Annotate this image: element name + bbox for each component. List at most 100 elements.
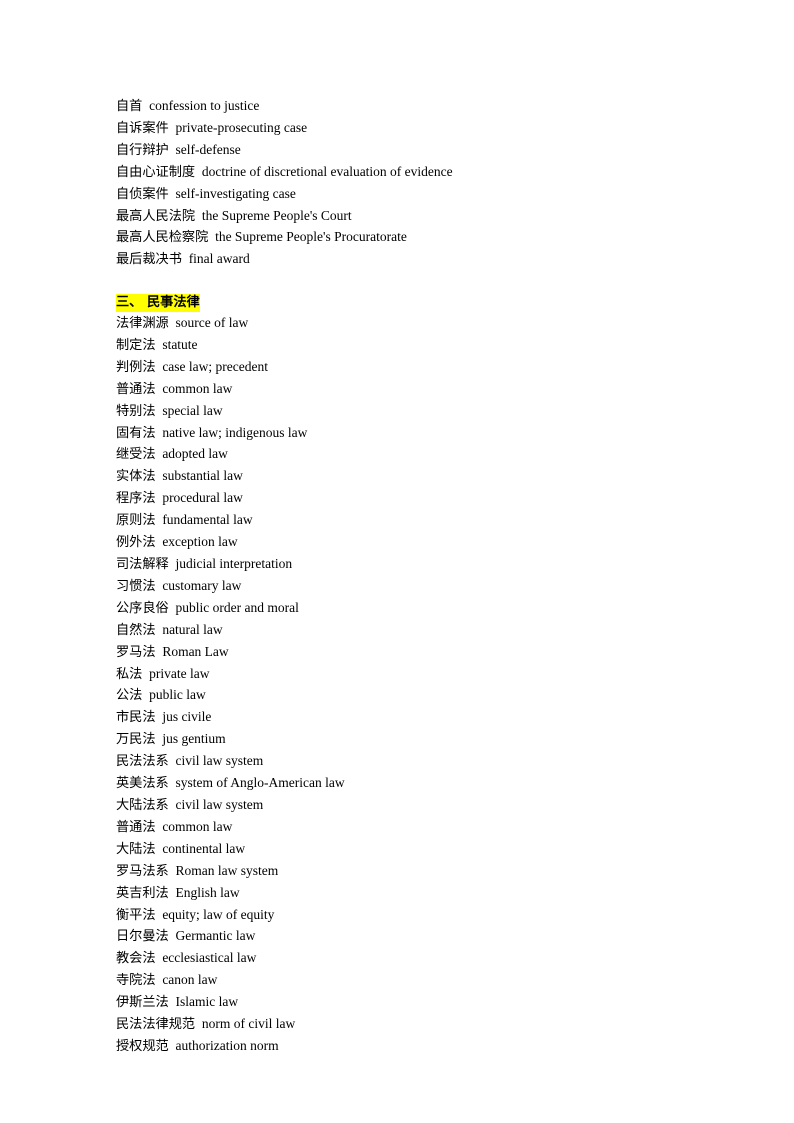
- glossary-entry: 制定法 statute: [116, 335, 736, 357]
- glossary-definition-english: confession to justice: [149, 98, 260, 113]
- glossary-definition-english: final award: [188, 251, 250, 267]
- glossary-term-chinese: 罗马法系: [116, 863, 169, 879]
- glossary-definition-english: private law: [149, 665, 210, 681]
- glossary-term-chinese: 英美法系: [116, 776, 169, 792]
- glossary-definition-english: norm of civil law: [201, 1016, 296, 1032]
- glossary-definition-english: equity; law of equity: [162, 906, 275, 922]
- glossary-definition-english: civil law system: [175, 796, 264, 812]
- glossary-entry: 民法法律规范 norm of civil law: [116, 1014, 736, 1036]
- glossary-definition-english: jus civile: [162, 709, 212, 725]
- glossary-term-chinese: 判例法: [116, 359, 156, 375]
- glossary-definition-english: Roman Law: [162, 643, 229, 659]
- glossary-definition-english: source of law: [175, 315, 249, 331]
- term-definition-separator: [169, 797, 176, 812]
- glossary-entry: 日尔曼法 Germantic law: [116, 926, 736, 948]
- glossary-term-chinese: 程序法: [116, 491, 156, 507]
- glossary-entry: 自首 confession to justice: [116, 96, 736, 118]
- glossary-entry: 民法法系 civil law system: [116, 751, 736, 773]
- glossary-entry: 最后裁决书 final award: [116, 249, 736, 271]
- term-definition-separator: [169, 186, 176, 201]
- glossary-entry: 判例法 case law; precedent: [116, 357, 736, 379]
- glossary-entry: 自由心证制度 doctrine of discretional evaluati…: [116, 162, 736, 184]
- glossary-term-chinese: 市民法: [116, 710, 156, 726]
- glossary-term-chinese: 自诉案件: [116, 120, 169, 136]
- glossary-definition-english: self-defense: [175, 141, 241, 157]
- glossary-entry: 寺院法 canon law: [116, 970, 736, 992]
- glossary-definition-english: judicial interpretation: [175, 556, 293, 571]
- glossary-term-chinese: 特别法: [116, 403, 156, 419]
- glossary-definition-english: common law: [162, 380, 233, 396]
- glossary-definition-english: the Supreme People's Court: [201, 207, 352, 223]
- glossary-term-chinese: 继受法: [116, 447, 156, 463]
- glossary-term-chinese: 法律渊源: [116, 316, 169, 332]
- section-heading-highlight: 三、 民事法律: [116, 294, 200, 313]
- glossary-definition-english: statute: [162, 336, 198, 352]
- document-body: 自首 confession to justice 自诉案件 private-pro…: [116, 96, 736, 1058]
- glossary-term-chinese: 教会法: [116, 951, 156, 967]
- glossary-definition-english: Germantic law: [175, 928, 256, 944]
- glossary-entry: 英美法系 system of Anglo-American law: [116, 773, 736, 795]
- glossary-definition-english: civil law system: [175, 753, 264, 769]
- glossary-term-chinese: 司法解释: [116, 557, 169, 572]
- glossary-definition-english: continental law: [162, 840, 246, 856]
- glossary-entry: 万民法 jus gentium: [116, 729, 736, 751]
- glossary-entry: 程序法 procedural law: [116, 488, 736, 510]
- glossary-term-chinese: 万民法: [116, 732, 156, 748]
- glossary-term-chinese: 自侦案件: [116, 186, 169, 202]
- term-definition-separator: [169, 120, 176, 135]
- glossary-entry: 英吉利法 English law: [116, 883, 736, 905]
- glossary-definition-english: private-prosecuting case: [175, 119, 308, 135]
- glossary-term-chinese: 自行辩护: [116, 142, 169, 158]
- term-definition-separator: [169, 1038, 176, 1053]
- glossary-definition-english: natural law: [162, 621, 223, 637]
- glossary-entry: 自侦案件 self-investigating case: [116, 184, 736, 206]
- glossary-entry: 最高人民检察院 the Supreme People's Procuratora…: [116, 227, 736, 249]
- glossary-entry: 市民法 jus civile: [116, 707, 736, 729]
- glossary-term-chinese: 授权规范: [116, 1038, 169, 1054]
- term-definition-separator: [182, 251, 189, 266]
- glossary-term-chinese: 民法法律规范: [116, 1017, 196, 1033]
- glossary-term-chinese: 英吉利法: [116, 885, 169, 901]
- term-definition-separator: [169, 315, 176, 330]
- glossary-definition-english: authorization norm: [175, 1037, 279, 1053]
- glossary-definition-english: self-investigating case: [175, 185, 296, 201]
- glossary-entry: 公法 public law: [116, 685, 736, 707]
- term-definition-separator: [169, 556, 176, 571]
- glossary-entry: 最高人民法院 the Supreme People's Court: [116, 206, 736, 228]
- glossary-entry: 司法解释 judicial interpretation: [116, 554, 736, 576]
- glossary-entry: 罗马法 Roman Law: [116, 642, 736, 664]
- term-definition-separator: [169, 753, 176, 768]
- glossary-entry: 大陆法系 civil law system: [116, 795, 736, 817]
- glossary-term-chinese: 制定法: [116, 337, 156, 353]
- glossary-term-chinese: 原则法: [116, 513, 156, 529]
- glossary-definition-english: English law: [175, 884, 240, 900]
- glossary-entry: 特别法 special law: [116, 401, 736, 423]
- glossary-term-chinese: 罗马法: [116, 644, 156, 660]
- glossary-entry: 公序良俗 public order and moral: [116, 598, 736, 620]
- glossary-definition-english: procedural law: [162, 490, 243, 506]
- glossary-term-chinese: 公序良俗: [116, 600, 169, 616]
- glossary-entry: 罗马法系 Roman law system: [116, 861, 736, 883]
- term-definition-separator: [169, 994, 176, 1009]
- glossary-entry: 继受法 adopted law: [116, 444, 736, 466]
- glossary-entry: 习惯法 customary law: [116, 576, 736, 598]
- term-definition-separator: [195, 208, 202, 223]
- glossary-definition-english: ecclesiastical law: [162, 950, 257, 966]
- glossary-term-chinese: 自首: [116, 99, 143, 114]
- glossary-definition-english: the Supreme People's Procuratorate: [215, 229, 407, 245]
- glossary-definition-english: case law; precedent: [162, 358, 268, 374]
- term-definition-separator: [195, 1016, 202, 1031]
- glossary-definition-english: Islamic law: [175, 994, 239, 1010]
- glossary-term-chinese: 大陆法系: [116, 797, 169, 813]
- glossary-definition-english: special law: [162, 402, 223, 418]
- term-definition-separator: [169, 775, 176, 790]
- term-definition-separator: [169, 863, 176, 878]
- glossary-definition-english: substantial law: [162, 468, 243, 484]
- glossary-entry: 大陆法 continental law: [116, 839, 736, 861]
- glossary-definition-english: Roman law system: [175, 862, 279, 878]
- glossary-entry: 普通法 common law: [116, 379, 736, 401]
- glossary-definition-english: native law; indigenous law: [162, 424, 308, 440]
- glossary-term-chinese: 例外法: [116, 535, 156, 551]
- glossary-entry: 例外法 exception law: [116, 532, 736, 554]
